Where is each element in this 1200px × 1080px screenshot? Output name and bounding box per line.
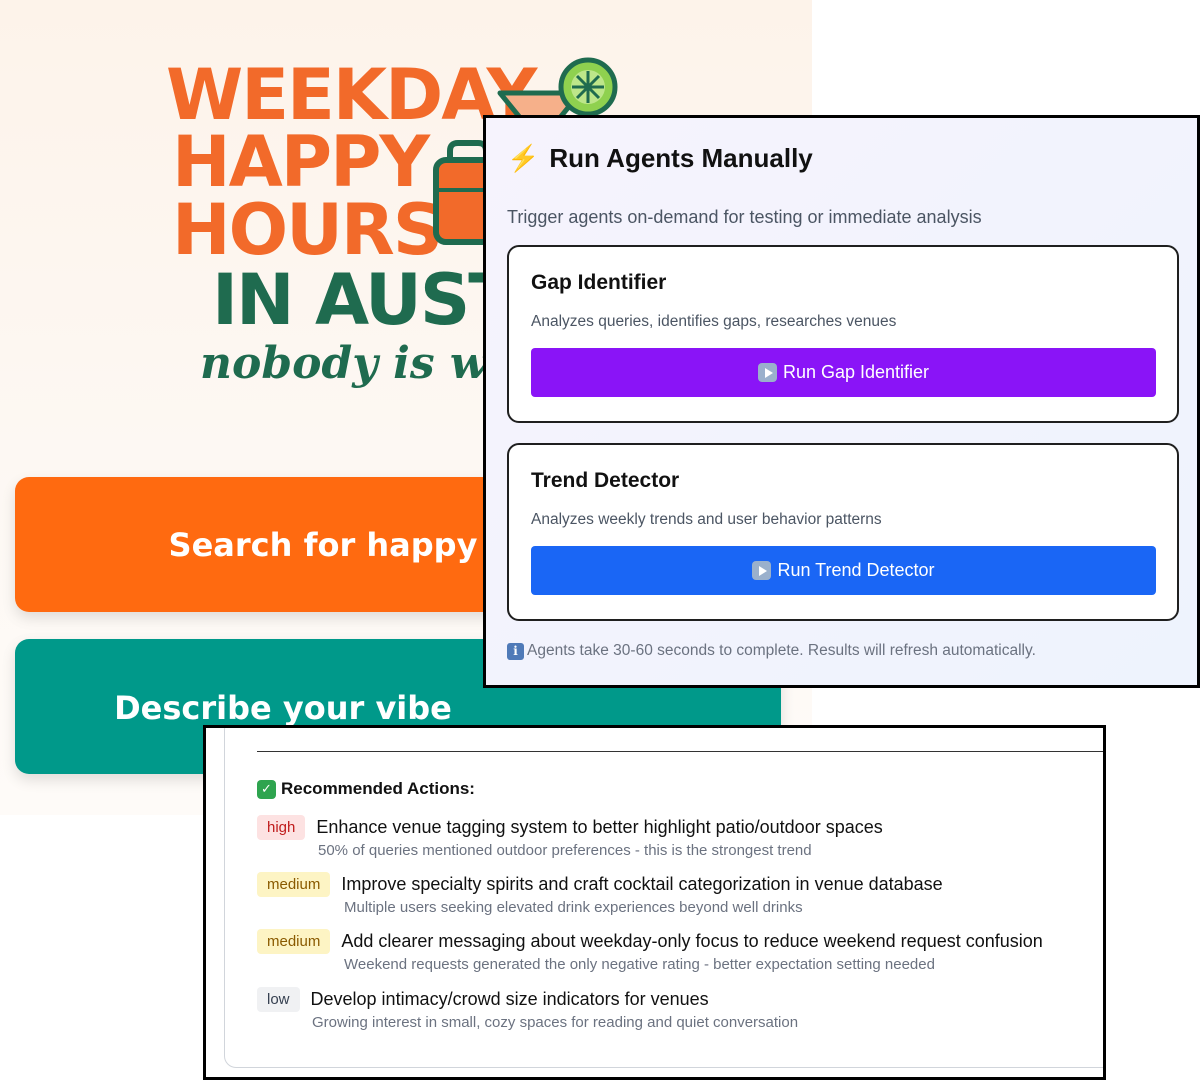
run-trend-detector-button[interactable]: Run Trend Detector [531, 546, 1156, 595]
trend-detector-title: Trend Detector [531, 469, 680, 492]
action-title: Improve specialty spirits and craft cock… [341, 874, 943, 894]
gap-identifier-card: Gap Identifier Analyzes queries, identif… [507, 245, 1179, 423]
run-trend-detector-label: Run Trend Detector [777, 560, 935, 580]
info-icon: i [507, 642, 524, 660]
action-title: Add clearer messaging about weekday-only… [341, 931, 1043, 951]
run-agents-header: ⚡ Run Agents Manually [507, 138, 1176, 178]
lightning-icon: ⚡ [507, 142, 540, 173]
action-detail: 50% of queries mentioned outdoor prefere… [318, 842, 812, 859]
action-title: Develop intimacy/crowd size indicators f… [310, 989, 709, 1009]
trend-detector-description: Analyzes weekly trends and user behavior… [531, 511, 882, 528]
run-agents-panel: ⚡ Run Agents Manually Trigger agents on-… [483, 115, 1200, 688]
action-row: medium Add clearer messaging about weekd… [257, 929, 1043, 954]
logo-line-2: HAPPY [172, 121, 430, 203]
run-agents-title: Run Agents Manually [549, 142, 813, 173]
play-icon [757, 363, 777, 382]
action-row: high Enhance venue tagging system to bet… [257, 815, 883, 840]
action-item: high Enhance venue tagging system to bet… [257, 815, 883, 859]
action-item: medium Add clearer messaging about weekd… [257, 929, 1043, 973]
recommended-actions-panel: ✓ Recommended Actions: high Enhance venu… [203, 725, 1106, 1080]
gap-identifier-title: Gap Identifier [531, 271, 667, 294]
play-icon [752, 561, 772, 580]
run-gap-identifier-label: Run Gap Identifier [782, 362, 930, 382]
gap-identifier-description: Analyzes queries, identifies gaps, resea… [531, 313, 897, 330]
action-title: Enhance venue tagging system to better h… [316, 817, 883, 837]
search-button-label: Search for happy [168, 525, 478, 564]
priority-badge-high: high [257, 815, 306, 840]
run-agents-subtitle: Trigger agents on-demand for testing or … [507, 207, 982, 227]
agents-note-text: Agents take 30-60 seconds to complete. R… [527, 642, 1036, 659]
action-detail: Multiple users seeking elevated drink ex… [344, 899, 803, 916]
priority-badge-low: low [257, 987, 300, 1012]
trend-detector-card: Trend Detector Analyzes weekly trends an… [507, 443, 1179, 621]
logo-line-3: HOURS [172, 189, 443, 271]
vibe-button-label: Describe your vibe [114, 689, 452, 727]
action-detail: Growing interest in small, cozy spaces f… [312, 1014, 799, 1031]
priority-badge-medium: medium [257, 872, 331, 897]
recommended-actions-heading: ✓ Recommended Actions: [257, 779, 475, 799]
action-detail: Weekend requests generated the only nega… [344, 956, 935, 973]
action-row: low Develop intimacy/crowd size indicato… [257, 987, 798, 1012]
checkmark-icon: ✓ [257, 779, 276, 799]
recommended-actions-title: Recommended Actions: [281, 779, 475, 798]
priority-badge-medium: medium [257, 929, 331, 954]
run-gap-identifier-button[interactable]: Run Gap Identifier [531, 348, 1156, 397]
section-divider [257, 751, 1103, 752]
action-row: medium Improve specialty spirits and cra… [257, 872, 943, 897]
action-item: medium Improve specialty spirits and cra… [257, 872, 943, 916]
logo-line-4: IN AUST [212, 259, 516, 341]
action-item: low Develop intimacy/crowd size indicato… [257, 987, 798, 1031]
agents-info-note: i Agents take 30-60 seconds to complete.… [507, 642, 1036, 660]
